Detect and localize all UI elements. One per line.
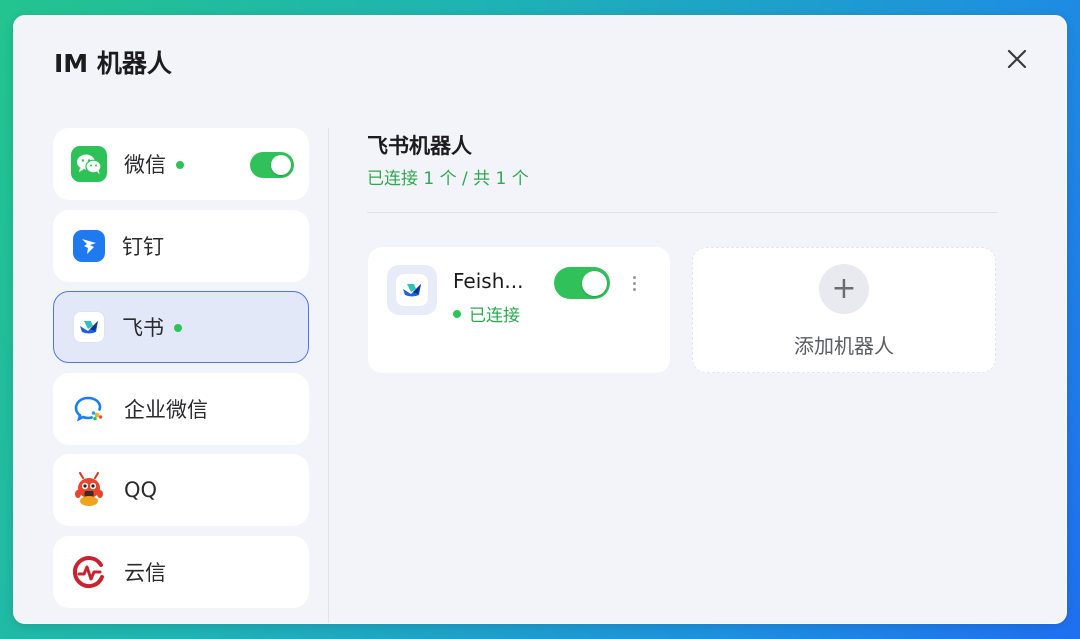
sidebar-item-label: 云信 <box>124 560 166 585</box>
wecom-icon <box>71 391 107 427</box>
sidebar-item-wecom[interactable]: 企业微信 <box>53 372 309 445</box>
qq-icon <box>71 472 107 508</box>
add-bot-card[interactable]: + 添加机器人 <box>692 247 996 373</box>
dingtalk-icon <box>73 229 105 262</box>
sidebar-item-feishu[interactable]: 飞书 <box>53 291 309 363</box>
bot-toggle[interactable] <box>554 267 610 299</box>
panel-title: 飞书机器人 <box>367 134 472 158</box>
platform-sidebar: 微信 钉钉 飞书 企业微信 QQ 云信 <box>53 128 309 617</box>
feishu-icon <box>73 311 105 343</box>
plus-icon: + <box>819 264 869 314</box>
sidebar-item-qq[interactable]: QQ <box>53 454 309 526</box>
sidebar-item-yunxin[interactable]: 云信 <box>53 535 309 608</box>
bot-status: 已连接 <box>453 301 520 326</box>
bot-name: Feish... <box>453 269 524 293</box>
add-bot-label: 添加机器人 <box>794 334 894 358</box>
close-icon[interactable] <box>1004 46 1030 72</box>
bot-card[interactable]: Feish... 已连接 <box>368 247 670 373</box>
feishu-icon <box>387 265 437 315</box>
dialog-title: IM 机器人 <box>54 49 172 78</box>
sidebar-item-label: 微信 <box>124 153 166 177</box>
sidebar-item-label: 企业微信 <box>124 397 208 422</box>
sidebar-item-wechat[interactable]: 微信 <box>53 128 309 200</box>
sidebar-item-label: 飞书 <box>122 316 164 340</box>
connected-dot <box>453 309 461 318</box>
wechat-icon <box>71 146 107 182</box>
wechat-toggle[interactable] <box>250 152 294 178</box>
connected-dot <box>174 324 182 332</box>
connected-dot <box>176 161 184 169</box>
connection-summary: 已连接 1 个 / 共 1 个 <box>367 169 529 189</box>
sidebar-item-dingtalk[interactable]: 钉钉 <box>53 209 309 282</box>
horizontal-divider <box>367 212 997 213</box>
bot-status-text: 已连接 <box>469 306 520 326</box>
im-bot-dialog: IM 机器人 微信 钉钉 飞书 企业微信 QQ 云信 飞书机器人 已连接 1 个… <box>13 15 1067 624</box>
sidebar-item-label: QQ <box>124 478 158 502</box>
vertical-divider <box>328 128 329 623</box>
more-options-icon[interactable] <box>626 273 642 293</box>
yunxin-icon <box>71 554 107 590</box>
sidebar-item-label: 钉钉 <box>122 234 164 259</box>
